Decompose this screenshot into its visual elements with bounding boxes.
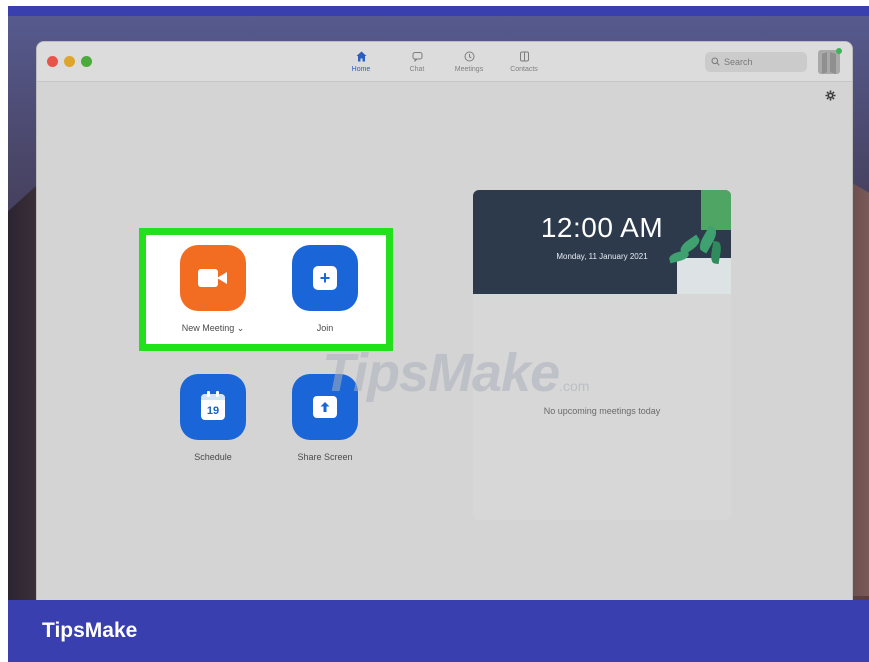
schedule-tile[interactable]: 19 Schedule [153, 374, 273, 462]
schedule-button[interactable]: 19 [180, 374, 246, 440]
clock-date: Monday, 11 January 2021 [556, 252, 648, 261]
online-status-dot [836, 48, 842, 54]
tab-chat-label: Chat [409, 66, 425, 73]
new-meeting-button[interactable] [180, 245, 246, 311]
close-window-button[interactable] [47, 56, 58, 67]
video-camera-icon [198, 269, 228, 287]
chat-icon [412, 48, 423, 64]
clock-icon [464, 48, 475, 64]
plant-pot-illustration [677, 258, 731, 294]
zoom-app-window: Home Chat Meetings Contacts Search New M… [37, 42, 852, 600]
chevron-down-icon[interactable]: ⌄ [237, 323, 245, 333]
schedule-label: Schedule [194, 452, 232, 462]
watermark: TipsMake.com [322, 343, 590, 403]
brand-bar: TipsMake [8, 600, 869, 662]
clock-card: 12:00 AM Monday, 11 January 2021 [473, 190, 731, 294]
join-tile[interactable]: + Join [265, 245, 385, 333]
tab-meetings-label: Meetings [454, 66, 484, 73]
top-frame [0, 0, 869, 16]
tab-home[interactable]: Home [335, 48, 387, 73]
new-meeting-tile[interactable]: New Meeting ⌄ [153, 245, 273, 334]
tab-contacts[interactable]: Contacts [498, 48, 550, 73]
tab-chat[interactable]: Chat [391, 48, 443, 73]
tab-contacts-label: Contacts [510, 66, 538, 73]
search-icon [711, 57, 720, 68]
brand-logo-text: TipsMake [42, 619, 138, 642]
minimize-window-button[interactable] [64, 56, 75, 67]
top-brand-strip [8, 6, 869, 16]
calendar-icon: 19 [201, 391, 225, 420]
new-meeting-label: New Meeting ⌄ [181, 323, 245, 333]
title-bar: Home Chat Meetings Contacts [37, 42, 852, 82]
search-box[interactable] [705, 52, 807, 72]
settings-gear-icon[interactable] [825, 90, 836, 104]
join-label: Join [316, 323, 334, 333]
search-input[interactable] [724, 57, 794, 67]
plus-icon: + [313, 266, 337, 290]
join-button[interactable]: + [292, 245, 358, 311]
tab-home-label: Home [351, 66, 371, 73]
no-upcoming-meetings-text: No upcoming meetings today [543, 406, 661, 416]
home-icon [356, 48, 367, 64]
zoom-window-button[interactable] [81, 56, 92, 67]
tab-meetings[interactable]: Meetings [443, 48, 495, 73]
contacts-icon [519, 48, 530, 64]
clock-time: 12:00 AM [540, 212, 664, 243]
share-screen-label: Share Screen [297, 452, 353, 462]
